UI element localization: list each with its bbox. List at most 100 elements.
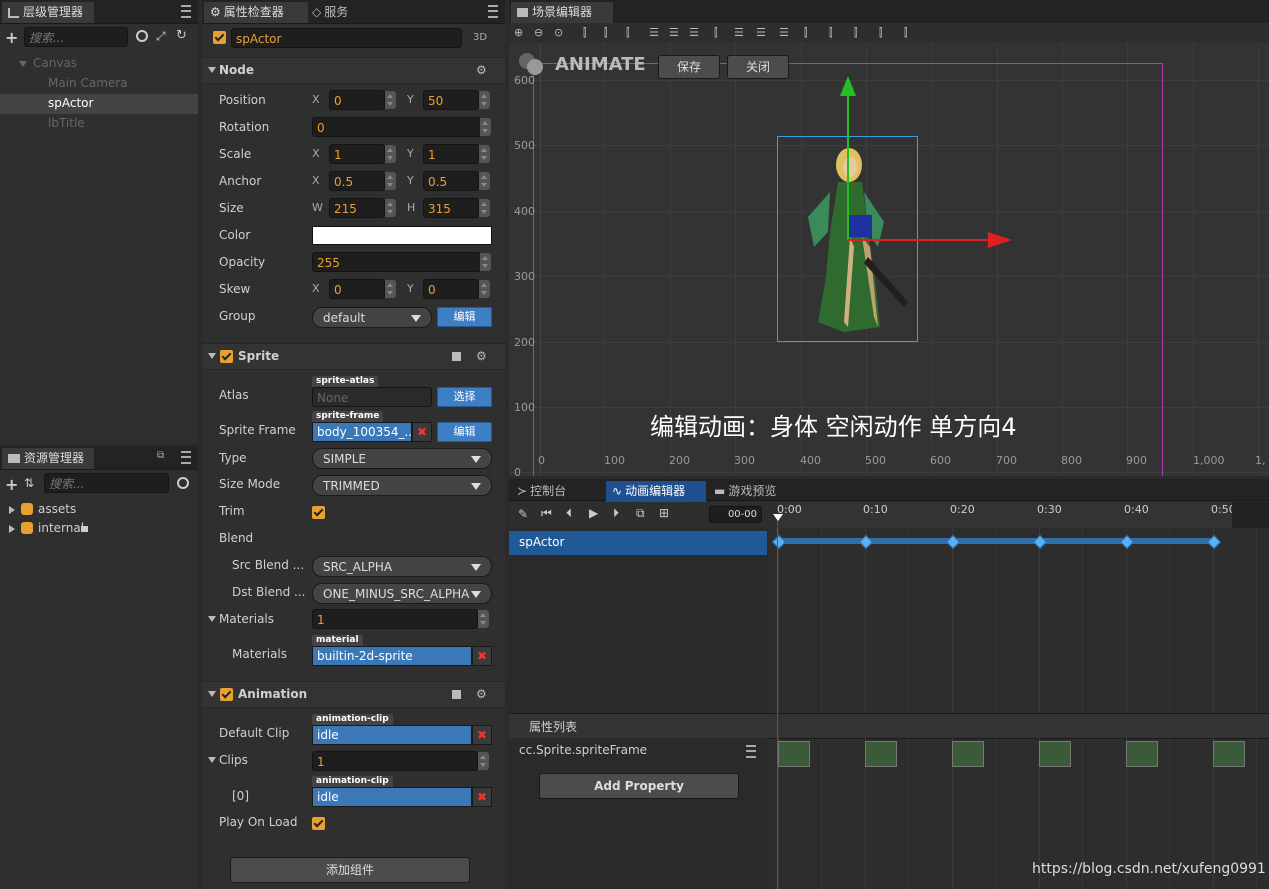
gizmo-y-axis[interactable] [847,93,849,240]
sprite-frame-thumbnail[interactable] [1213,741,1245,767]
timeline-node-row[interactable]: spActor [509,531,767,555]
tab-services[interactable]: ◇ 服务 [306,2,378,23]
materials-count-input[interactable]: 1 [312,609,478,629]
sprite-frame-thumbnail[interactable] [1039,741,1071,767]
search-icon[interactable] [136,30,148,42]
search-icon[interactable] [177,477,189,489]
close-icon[interactable]: ✖ [472,646,492,666]
trim-checkbox[interactable] [312,506,325,519]
gizmo-y-arrow-icon[interactable] [840,76,856,96]
animate-save-button[interactable]: 保存 [658,55,720,79]
book-icon[interactable] [452,352,461,361]
gizmo-x-arrow-icon[interactable] [988,232,1012,248]
chevron-down-icon[interactable] [208,616,216,622]
hierarchy-search-input[interactable]: 搜索... [24,27,128,47]
node-name-input[interactable]: spActor [231,28,462,48]
align-top-icon[interactable]: ☰ [649,26,659,39]
play-icon[interactable]: ▶ [589,506,598,520]
size-w-input[interactable]: 215 [329,198,385,218]
add-node-icon[interactable]: + [5,28,18,47]
distribute-m-icon[interactable]: ⫿ [879,26,883,40]
tree-node-canvas[interactable]: Canvas [33,56,77,70]
opacity-input[interactable]: 255 [312,252,482,272]
assets-search-input[interactable]: 搜索... [44,473,169,493]
skew-y-stepper[interactable] [479,280,490,298]
position-y-input[interactable]: 50 [423,90,479,110]
play-on-load-checkbox[interactable] [312,817,325,830]
close-icon[interactable]: ✖ [412,422,432,442]
chevron-right-icon[interactable] [9,506,15,514]
scale-x-input[interactable]: 1 [329,144,385,164]
align-right-icon[interactable]: ⫿ [626,26,630,40]
animation-enabled-checkbox[interactable] [220,688,233,701]
sprite-frame-thumbnail[interactable] [778,741,810,767]
dst-blend-select[interactable]: ONE_MINUS_SRC_ALPHA [312,583,492,604]
distribute-icon[interactable]: ⫿ [714,26,718,40]
scale-y-stepper[interactable] [479,145,490,163]
align-center-icon[interactable]: ⫿ [604,26,608,40]
size-mode-select[interactable]: TRIMMED [312,475,492,496]
default-clip-field[interactable]: idle [312,725,472,745]
add-asset-icon[interactable]: + [5,475,18,494]
scale-x-stepper[interactable] [385,145,396,163]
distribute-h-icon[interactable]: ☰ [734,26,744,39]
tree-node-lbtitle[interactable]: lbTitle [48,116,85,130]
menu-icon[interactable] [181,5,191,18]
skew-x-input[interactable]: 0 [329,279,385,299]
tab-inspector[interactable]: ⚙ 属性检查器 [204,2,308,23]
sprite-frame-edit-button[interactable]: 编辑 [437,422,492,442]
animation-section-header[interactable]: Animation ⚙ [202,681,505,708]
skew-y-input[interactable]: 0 [423,279,479,299]
tab-assets[interactable]: 资源管理器 [2,448,94,469]
size-h-stepper[interactable] [479,199,490,217]
menu-icon[interactable] [181,451,191,464]
position-x-input[interactable]: 0 [329,90,385,110]
chevron-down-icon[interactable] [19,61,27,67]
atlas-field[interactable]: None [312,387,432,407]
distribute-x-icon[interactable]: ⫿ [804,26,808,40]
sprite-frame-field[interactable]: body_100354_... [312,422,412,442]
sprite-section-header[interactable]: Sprite ⚙ [202,343,505,370]
menu-icon[interactable] [746,745,756,758]
tab-animation-editor[interactable]: ∿ 动画编辑器 [606,481,706,502]
size-w-stepper[interactable] [385,199,396,217]
animate-close-button[interactable]: 关闭 [727,55,789,79]
asset-item-assets[interactable]: assets [38,502,76,516]
size-h-input[interactable]: 315 [423,198,479,218]
color-swatch[interactable] [312,226,492,245]
tree-node-spactor[interactable]: spActor [48,96,93,110]
scale-y-input[interactable]: 1 [423,144,479,164]
open-external-icon[interactable]: ⧉ [636,506,645,521]
clip-field[interactable]: idle [312,787,472,807]
tab-game-preview[interactable]: ▬ 游戏预览 [708,481,810,502]
sprite-enabled-checkbox[interactable] [220,350,233,363]
popout-icon[interactable]: ⧉ [157,450,164,461]
tree-node-main-camera[interactable]: Main Camera [48,76,128,90]
add-component-button[interactable]: 添加组件 [230,857,470,883]
material-field[interactable]: builtin-2d-sprite [312,646,472,666]
anchor-y-stepper[interactable] [479,172,490,190]
opacity-stepper[interactable] [480,253,491,271]
prev-frame-icon[interactable]: ⏴ [566,506,572,521]
node-section-header[interactable]: Node ⚙ [202,57,505,84]
playhead[interactable] [777,517,778,889]
align-left-icon[interactable]: ⫿ [583,26,587,40]
close-icon[interactable]: ✖ [472,725,492,745]
node-active-checkbox[interactable] [213,31,226,44]
mode-3d-toggle[interactable]: 3D [473,32,487,43]
group-edit-button[interactable]: 编辑 [437,307,492,327]
refresh-icon[interactable]: ↻ [176,28,187,43]
time-ruler[interactable]: 0:00 0:10 0:20 0:30 0:40 0:50 [777,502,1269,528]
close-icon[interactable]: ✖ [472,787,492,807]
clips-count-input[interactable]: 1 [312,751,478,771]
position-x-stepper[interactable] [385,91,396,109]
menu-icon[interactable] [488,5,498,18]
distribute-z-icon[interactable]: ⫿ [854,26,858,40]
materials-count-stepper[interactable] [478,610,489,628]
scene-viewport[interactable]: 600 500 400 300 200 100 0 0 100 200 300 … [509,43,1269,476]
next-frame-icon[interactable]: ⏵ [613,506,619,521]
distribute-w-icon[interactable]: ☰ [779,26,789,39]
atlas-select-button[interactable]: 选择 [437,387,492,407]
gizmo-x-axis[interactable] [848,239,994,241]
time-display-input[interactable]: 00-00 [709,506,762,523]
